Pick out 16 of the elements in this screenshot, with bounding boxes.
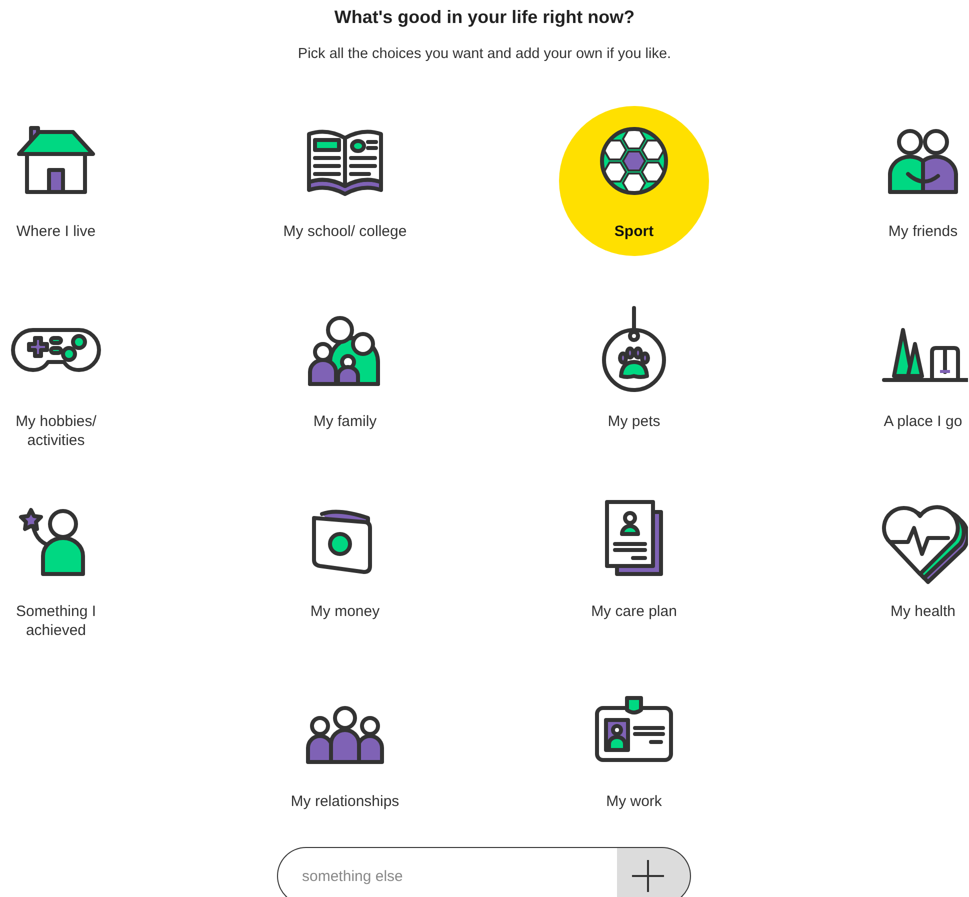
choice-button[interactable]: My relationships xyxy=(270,676,420,826)
choice-button[interactable]: My pets xyxy=(559,296,709,446)
choice-button[interactable]: My friends xyxy=(848,106,969,256)
page-title: What's good in your life right now? xyxy=(334,6,635,28)
choice-button[interactable]: Where I live xyxy=(0,106,131,256)
choice-button[interactable]: My hobbies/ activities xyxy=(0,296,131,464)
choice-button[interactable]: Something I achieved xyxy=(0,486,131,654)
choice-button[interactable]: My family xyxy=(270,296,420,446)
choice-button[interactable]: My care plan xyxy=(559,486,709,636)
choice-button[interactable]: My money xyxy=(270,486,420,636)
choice-button[interactable]: My school/ college xyxy=(270,106,420,256)
choice-button[interactable]: Sport xyxy=(559,106,709,256)
choice-button[interactable]: My work xyxy=(559,676,709,826)
choice-button[interactable]: A place I go xyxy=(848,296,969,446)
choice-button[interactable]: My health xyxy=(848,486,969,636)
instructions-text: Pick all the choices you want and add your own if you like. xyxy=(298,45,672,64)
